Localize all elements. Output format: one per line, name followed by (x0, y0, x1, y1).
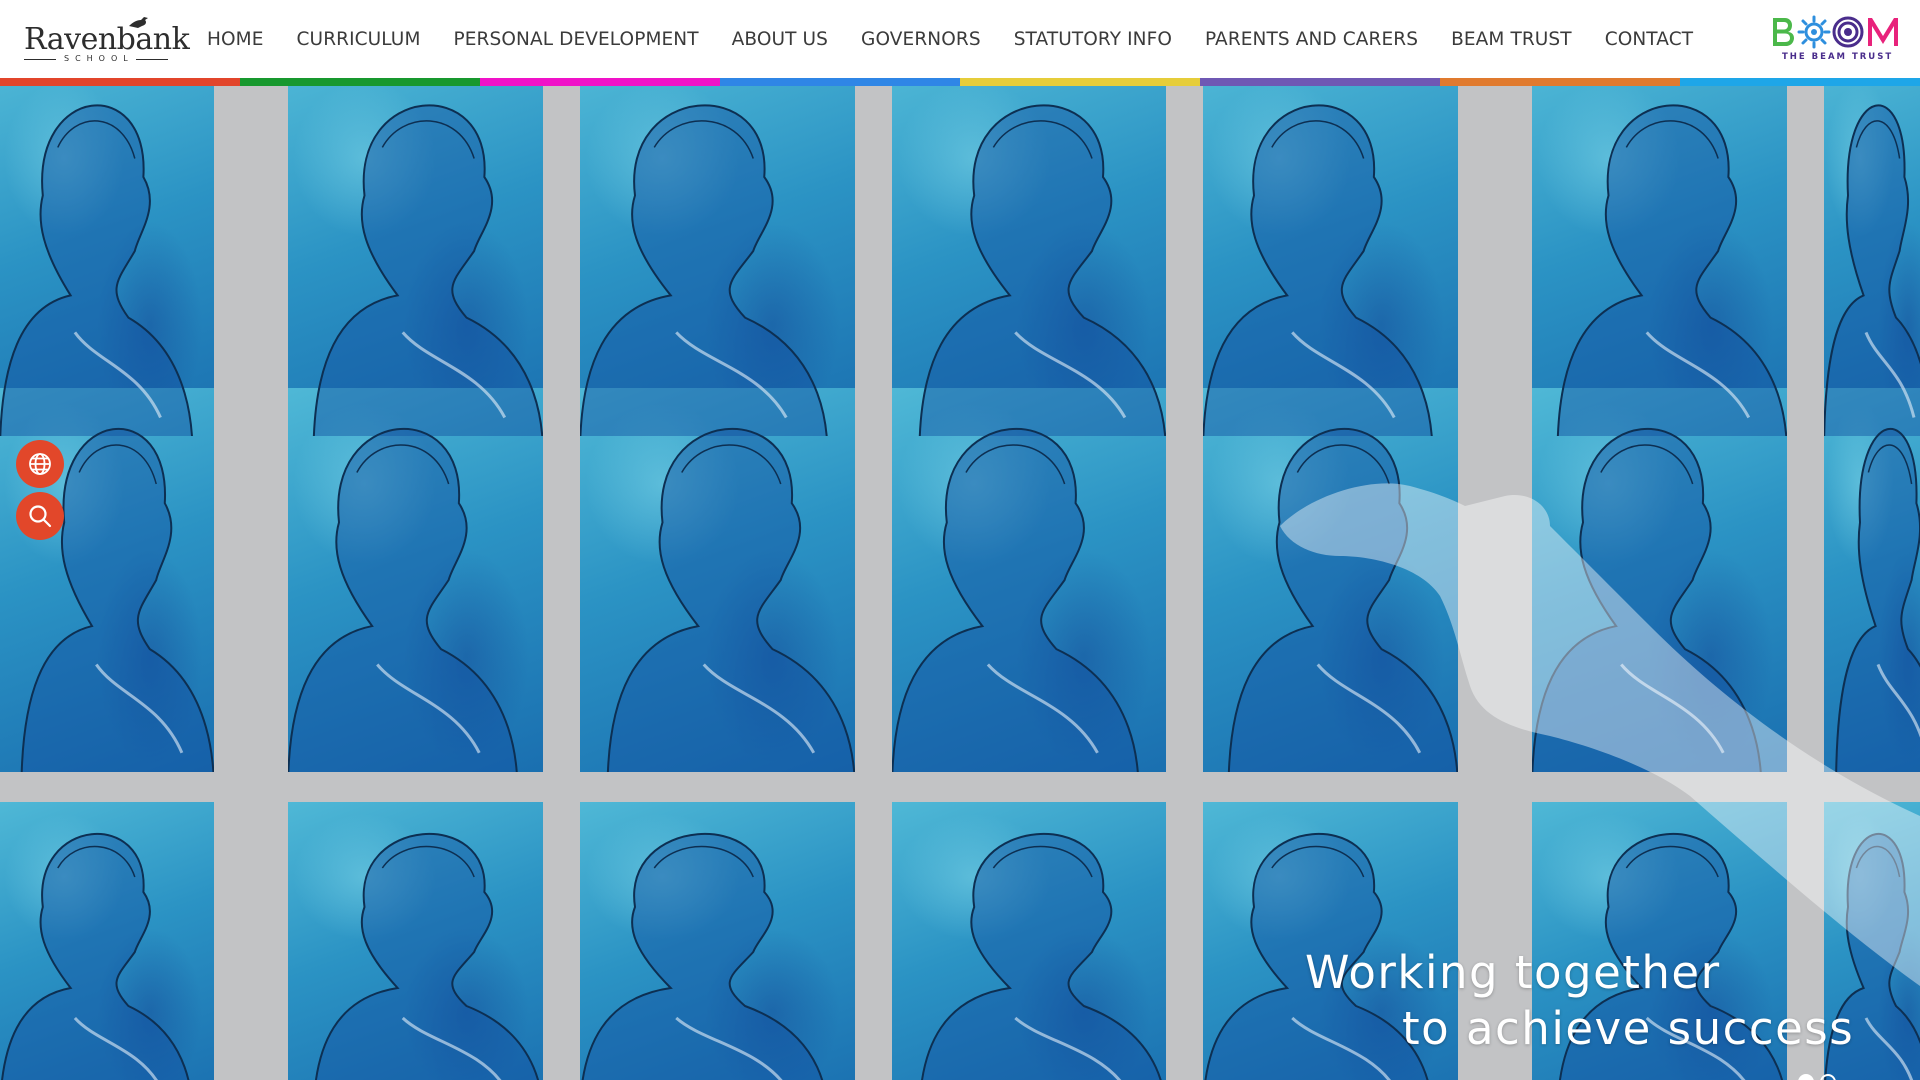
artwork-panel (892, 802, 1166, 1080)
search-icon (29, 505, 52, 528)
artwork-panel (580, 802, 855, 1080)
stripe-segment (720, 78, 960, 86)
logo-divider (136, 59, 168, 60)
artwork-panel (892, 388, 1166, 772)
nav-statutory-info[interactable]: STATUTORY INFO (1014, 29, 1172, 50)
slide-dot-1[interactable] (1798, 1074, 1814, 1080)
nav-parents-and-carers[interactable]: PARENTS AND CARERS (1205, 29, 1418, 50)
translate-button[interactable] (16, 440, 64, 488)
beam-trust-logo[interactable]: THE BEAM TRUST (1770, 12, 1904, 64)
artwork-panel (892, 86, 1166, 436)
nav-curriculum[interactable]: CURRICULUM (297, 29, 421, 50)
artwork-panel (1824, 86, 1920, 436)
globe-icon (29, 453, 51, 475)
beam-trust-subtitle: THE BEAM TRUST (1782, 52, 1894, 62)
nav-contact[interactable]: CONTACT (1605, 29, 1693, 50)
school-logo[interactable]: Ravenbank SCHOOL (24, 12, 190, 66)
slide-dot-2[interactable] (1820, 1074, 1836, 1080)
logo-divider (24, 59, 56, 60)
beam-logo-mark (1773, 15, 1898, 49)
stripe-segment (960, 78, 1200, 86)
stripe-segment (1440, 78, 1680, 86)
nav-beam-trust[interactable]: BEAM TRUST (1451, 29, 1572, 50)
stripe-segment (480, 78, 720, 86)
artwork-panel (1203, 86, 1458, 436)
main-nav: HOME CURRICULUM PERSONAL DEVELOPMENT ABO… (207, 0, 1726, 78)
artwork-panel (580, 86, 855, 436)
nav-home[interactable]: HOME (207, 29, 264, 50)
nav-governors[interactable]: GOVERNORS (861, 29, 981, 50)
hero-tagline-line1: Working together (1305, 946, 1721, 999)
color-stripe (0, 78, 1920, 86)
artwork-panel (0, 802, 214, 1080)
site-header: Ravenbank SCHOOL HOME CURRICULUM PERSONA… (0, 0, 1920, 78)
school-subtitle: SCHOOL (64, 54, 134, 63)
artwork-panel (0, 86, 214, 436)
artwork-panel (288, 388, 543, 772)
artwork-panel (580, 388, 855, 772)
nav-personal-development[interactable]: PERSONAL DEVELOPMENT (454, 29, 699, 50)
stripe-segment (240, 78, 480, 86)
stripe-segment (0, 78, 240, 86)
hero-tagline-line2: to achieve success (1402, 1002, 1855, 1055)
artwork-panel (288, 86, 543, 436)
slide-indicators (1798, 1074, 1836, 1080)
artwork-panel (1532, 388, 1787, 772)
artwork-panel (1532, 86, 1787, 436)
nav-about-us[interactable]: ABOUT US (732, 29, 828, 50)
artwork-panel (1824, 388, 1920, 772)
artwork-panel (1203, 388, 1458, 772)
stripe-segment (1680, 78, 1920, 86)
artwork-panel (288, 802, 543, 1080)
search-button[interactable] (16, 492, 64, 540)
school-name: Ravenbank (24, 22, 190, 57)
hero-slideshow: Working together to achieve success (0, 86, 1920, 1080)
stripe-segment (1200, 78, 1440, 86)
